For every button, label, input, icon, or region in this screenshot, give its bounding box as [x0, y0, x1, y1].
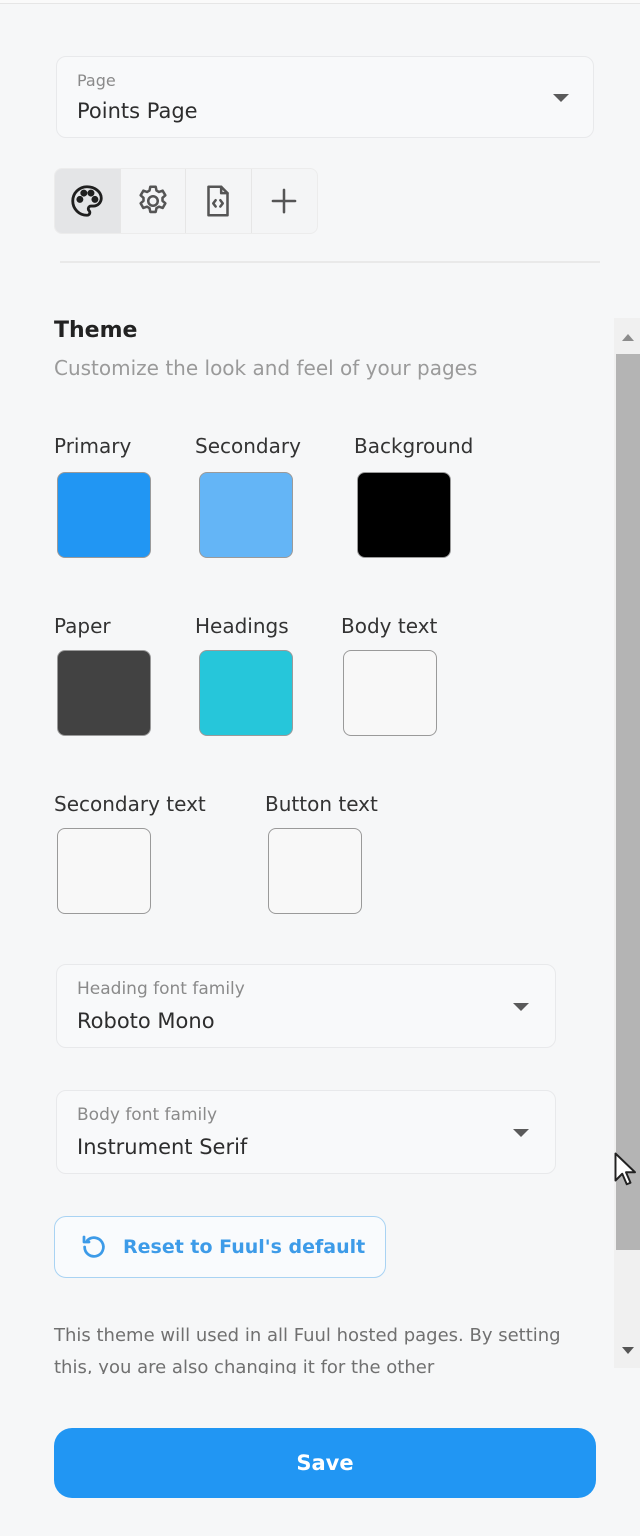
mouse-cursor-icon — [614, 1152, 636, 1186]
color-swatch-secondary-text[interactable] — [57, 828, 151, 914]
heading-font-select[interactable]: Heading font family Roboto Mono — [56, 964, 556, 1048]
swatch-label-primary: Primary — [54, 434, 132, 458]
heading-font-label: Heading font family — [77, 979, 245, 999]
scrollbar-thumb[interactable] — [616, 354, 640, 1250]
color-swatch-background[interactable] — [357, 472, 451, 558]
theme-panel[interactable]: Theme Customize the look and feel of you… — [0, 318, 640, 1374]
theme-title: Theme — [54, 318, 138, 343]
scroll-up-icon[interactable] — [622, 334, 634, 341]
color-swatch-primary[interactable] — [57, 472, 151, 558]
swatch-label-secondary: Secondary — [195, 434, 301, 458]
tab-settings[interactable] — [121, 169, 186, 233]
swatch-label-body-text: Body text — [341, 614, 438, 638]
swatch-label-headings: Headings — [195, 614, 289, 638]
save-button[interactable]: Save — [54, 1428, 596, 1498]
scroll-down-icon[interactable] — [622, 1347, 634, 1354]
theme-info-text: This theme will used in all Fuul hosted … — [54, 1325, 561, 1374]
color-swatch-paper[interactable] — [57, 650, 151, 736]
body-font-label: Body font family — [77, 1105, 218, 1125]
swatch-label-button-text: Button text — [265, 792, 378, 816]
panel-scrollbar[interactable] — [614, 318, 640, 1368]
heading-font-value: Roboto Mono — [77, 1009, 215, 1033]
color-swatch-button-text[interactable] — [268, 828, 362, 914]
chevron-down-icon — [553, 94, 569, 102]
reset-default-label: Reset to Fuul's default — [123, 1236, 366, 1258]
page-select[interactable]: Page Points Page — [56, 56, 594, 138]
code-file-icon — [207, 185, 230, 217]
save-button-label: Save — [296, 1451, 354, 1475]
page-select-value: Points Page — [77, 99, 198, 123]
color-swatch-headings[interactable] — [199, 650, 293, 736]
swatch-label-secondary-text: Secondary text — [54, 792, 206, 816]
swatch-label-background: Background — [354, 434, 474, 458]
reset-default-button[interactable]: Reset to Fuul's default — [54, 1216, 386, 1278]
chevron-down-icon — [513, 1129, 529, 1137]
reset-icon — [82, 1235, 105, 1258]
chevron-down-icon — [513, 1003, 529, 1011]
color-swatch-body-text[interactable] — [343, 650, 437, 736]
section-divider — [60, 261, 600, 263]
color-swatch-secondary[interactable] — [199, 472, 293, 558]
top-border — [0, 0, 640, 4]
tab-add[interactable] — [252, 169, 318, 233]
palette-icon — [71, 185, 103, 217]
tab-code[interactable] — [186, 169, 252, 233]
tab-theme[interactable] — [55, 169, 121, 233]
theme-subtitle: Customize the look and feel of your page… — [54, 356, 478, 380]
gear-icon — [139, 185, 167, 214]
page-select-label: Page — [77, 71, 116, 90]
body-font-select[interactable]: Body font family Instrument Serif — [56, 1090, 556, 1174]
swatch-label-paper: Paper — [54, 614, 111, 638]
plus-icon — [271, 188, 297, 214]
body-font-value: Instrument Serif — [77, 1135, 248, 1159]
editor-tabs — [54, 168, 318, 234]
